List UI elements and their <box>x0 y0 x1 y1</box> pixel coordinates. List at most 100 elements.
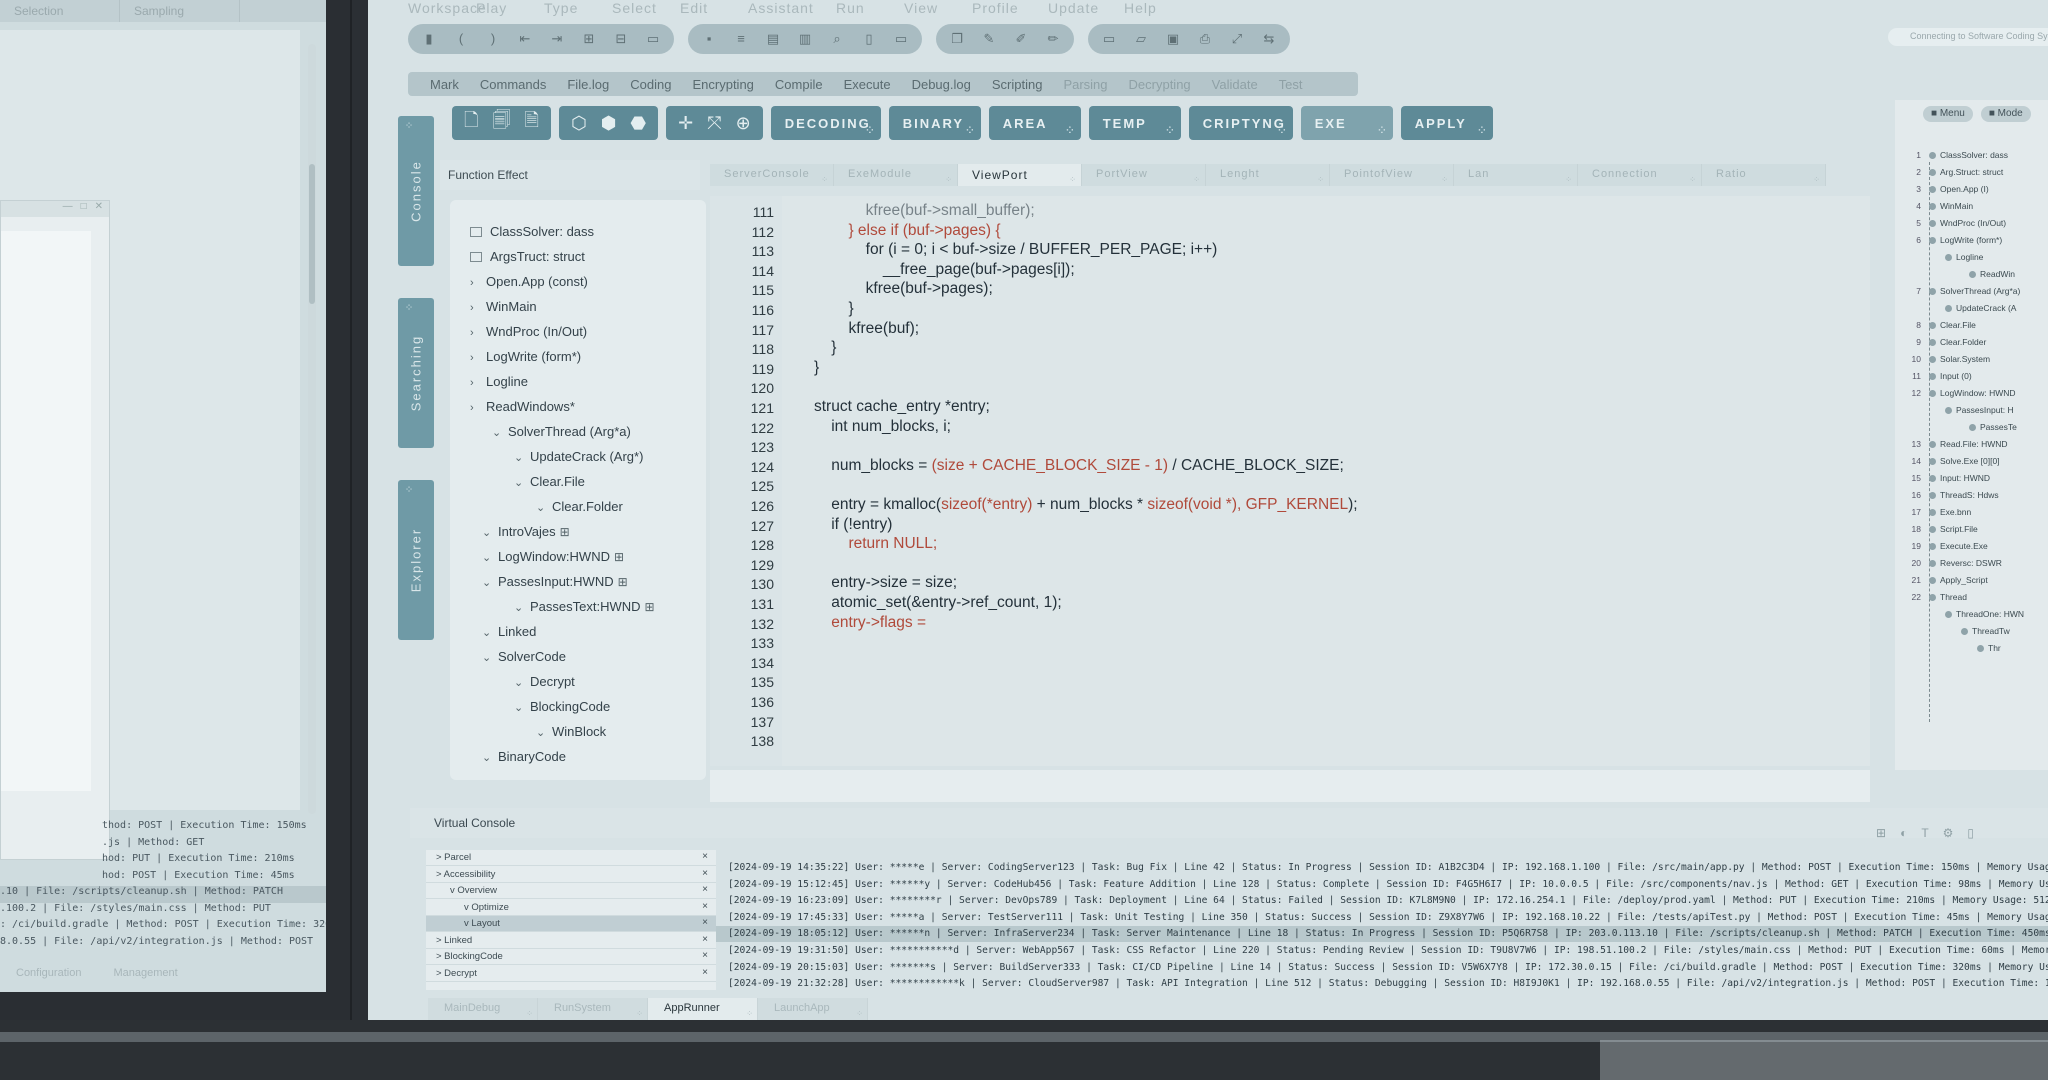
bookmark-icon[interactable]: ▮ <box>422 32 436 46</box>
menu2-coding[interactable]: Coding <box>630 77 671 92</box>
brace-open-icon[interactable]: ( <box>454 32 468 46</box>
search-icon[interactable]: ⌕ <box>830 32 844 46</box>
console-tree-row[interactable]: v Optimize × <box>426 900 716 916</box>
open-folder-icon[interactable]: ▱ <box>1134 32 1148 46</box>
menu2-commands[interactable]: Commands <box>480 77 546 92</box>
console-tree-row[interactable]: > Decrypt × <box>426 966 716 982</box>
tab-serverconsole[interactable]: ServerConsole ⁘ <box>710 164 834 186</box>
left-bottom-tab[interactable]: Configuration <box>0 965 97 983</box>
expand-icon[interactable]: ⊞ <box>560 525 570 539</box>
chevron-down-icon[interactable]: ⌄ <box>536 501 552 514</box>
tree-node[interactable]: › LogWrite (form*) <box>470 349 581 364</box>
chevron-right-icon[interactable]: › <box>470 402 486 414</box>
outline-row[interactable]: 16 ThreadS: Hdws <box>1903 490 1999 500</box>
layer-icon[interactable]: ▤ <box>766 32 780 46</box>
outline-row[interactable]: 15 Input: HWND <box>1903 473 1991 483</box>
chevron-down-icon[interactable]: ⌄ <box>514 601 530 614</box>
brush-icon[interactable]: ✏ <box>1046 32 1060 46</box>
tree-node[interactable]: ⌄ SolverThread (Arg*a) <box>492 424 631 439</box>
hierarchy-icon[interactable]: ⊞ <box>582 32 596 46</box>
chevron-right-icon[interactable]: › <box>470 352 486 364</box>
clip-icon[interactable]: ▯ <box>862 32 876 46</box>
menu-view[interactable]: View <box>904 0 972 16</box>
tree-node[interactable]: ⌄ PassesText:HWND ⊞ <box>514 599 655 614</box>
outline-row[interactable]: 11 Input (0) <box>1903 371 1971 381</box>
window-icon[interactable]: ▭ <box>1102 32 1116 46</box>
chevron-down-icon[interactable]: ⌄ <box>536 726 552 739</box>
chevron-down-icon[interactable]: ⌄ <box>482 751 498 764</box>
grid-icon[interactable]: ⊟ <box>614 32 628 46</box>
criptyng-button[interactable]: CRIPTYNG ⁘ <box>1188 106 1293 140</box>
binary-button[interactable]: BINARY ⁘ <box>888 106 981 140</box>
tag-icon[interactable]: ▪ <box>702 32 716 46</box>
left-scroll-thumb[interactable] <box>309 164 315 304</box>
menu-profile[interactable]: Profile <box>972 0 1048 16</box>
outline-row[interactable]: 21 Apply_Script <box>1903 575 1988 585</box>
outline-row[interactable]: PassesInput: H <box>1919 405 2014 415</box>
left-scrollbar[interactable] <box>308 44 316 814</box>
chevron-right-icon[interactable]: › <box>470 377 486 389</box>
close-icon[interactable]: × <box>702 934 708 945</box>
chevron-down-icon[interactable]: ⌄ <box>514 701 530 714</box>
node-icon[interactable] <box>470 252 482 262</box>
menu-update[interactable]: Update <box>1048 0 1124 16</box>
menu2-parsing[interactable]: Parsing <box>1063 77 1107 92</box>
menu2-decrypting[interactable]: Decrypting <box>1129 77 1191 92</box>
tree-node[interactable]: ⌄ UpdateCrack (Arg*) <box>514 449 643 464</box>
tree-node[interactable]: ⌄ IntroVajes ⊞ <box>482 524 570 539</box>
outline-row[interactable]: ThreadOne: HWN <box>1919 609 2024 619</box>
tree-node[interactable]: ⌄ SolverCode <box>482 649 566 664</box>
console-tree-row[interactable]: > Parcel × <box>426 850 716 866</box>
outline-row[interactable]: ReadWin <box>1943 269 2015 279</box>
outline-row[interactable]: PassesTe <box>1943 422 2017 432</box>
expand-icon[interactable]: ⤢ <box>1230 32 1244 46</box>
new-document-icon[interactable]: 🗋 <box>464 108 478 138</box>
tree-node[interactable]: ⌄ BinaryCode <box>482 749 566 764</box>
menu2-mark[interactable]: Mark <box>430 77 459 92</box>
chevron-down-icon[interactable]: ⌄ <box>482 526 498 539</box>
menu2-file-log[interactable]: File.log <box>567 77 609 92</box>
outline-mode-button[interactable]: ■ Mode <box>1980 106 2031 122</box>
menu-help[interactable]: Help <box>1124 0 1192 16</box>
left-tab-sampling[interactable]: Sampling <box>120 0 240 22</box>
tree-node[interactable]: › WndProc (In/Out) <box>470 324 587 339</box>
skip-forward-icon[interactable]: ⇥ <box>550 32 564 46</box>
outline-row[interactable]: Thr <box>1951 643 2001 653</box>
close-icon[interactable]: ✕ <box>95 201 103 217</box>
tree-node[interactable]: › Logline <box>470 374 528 389</box>
menu2-test[interactable]: Test <box>1279 77 1303 92</box>
menu2-execute[interactable]: Execute <box>844 77 891 92</box>
expand-icon[interactable]: ⊞ <box>614 550 624 564</box>
chevron-right-icon[interactable]: › <box>470 327 486 339</box>
cube-icon[interactable]: ⬢ <box>601 113 617 134</box>
outline-menu-button[interactable]: ■ Menu <box>1923 106 1973 122</box>
close-icon[interactable]: × <box>702 967 708 978</box>
text-icon[interactable]: T <box>1921 826 1928 840</box>
outline-row[interactable]: 13 Read.File: HWND <box>1903 439 2008 449</box>
outline-row[interactable]: 22 Thread <box>1903 592 1967 602</box>
menu-assistant[interactable]: Assistant <box>748 0 836 16</box>
tree-node[interactable]: ⌄ Clear.Folder <box>536 499 623 514</box>
console-tree-row[interactable]: > BlockingCode × <box>426 949 716 965</box>
tab-ratio[interactable]: Ratio ⁘ <box>1702 164 1826 186</box>
minimize-icon[interactable]: — <box>63 201 73 217</box>
close-icon[interactable]: × <box>702 950 708 961</box>
apply-button[interactable]: APPLY ⁘ <box>1400 106 1493 140</box>
tree-node[interactable]: ⌄ Decrypt <box>514 674 575 689</box>
dock-tab-searching[interactable]: ⁘ Searching <box>398 298 434 448</box>
cube-outline-icon[interactable]: ⬡ <box>571 113 587 134</box>
tree-node[interactable]: › WinMain <box>470 299 537 314</box>
tab-viewport[interactable]: ViewPort ⁘ <box>958 164 1082 186</box>
outline-row[interactable]: 4 WinMain <box>1903 201 1973 211</box>
pan-icon[interactable]: ⊕ <box>736 113 751 134</box>
chevron-down-icon[interactable]: ⌄ <box>514 451 530 464</box>
console-tree-row[interactable]: v Overview × <box>426 883 716 899</box>
tree-node[interactable]: › Open.App (const) <box>470 274 588 289</box>
split-icon[interactable]: ⊞ <box>1876 826 1886 840</box>
skip-back-icon[interactable]: ⇤ <box>518 32 532 46</box>
menu2-validate[interactable]: Validate <box>1212 77 1258 92</box>
menu2-scripting[interactable]: Scripting <box>992 77 1043 92</box>
console-tree-row[interactable]: > Accessibility × <box>426 867 716 883</box>
outline-row[interactable]: 5 WndProc (In/Out) <box>1903 218 2006 228</box>
outline-row[interactable]: 2 Arg.Struct: struct <box>1903 167 2003 177</box>
